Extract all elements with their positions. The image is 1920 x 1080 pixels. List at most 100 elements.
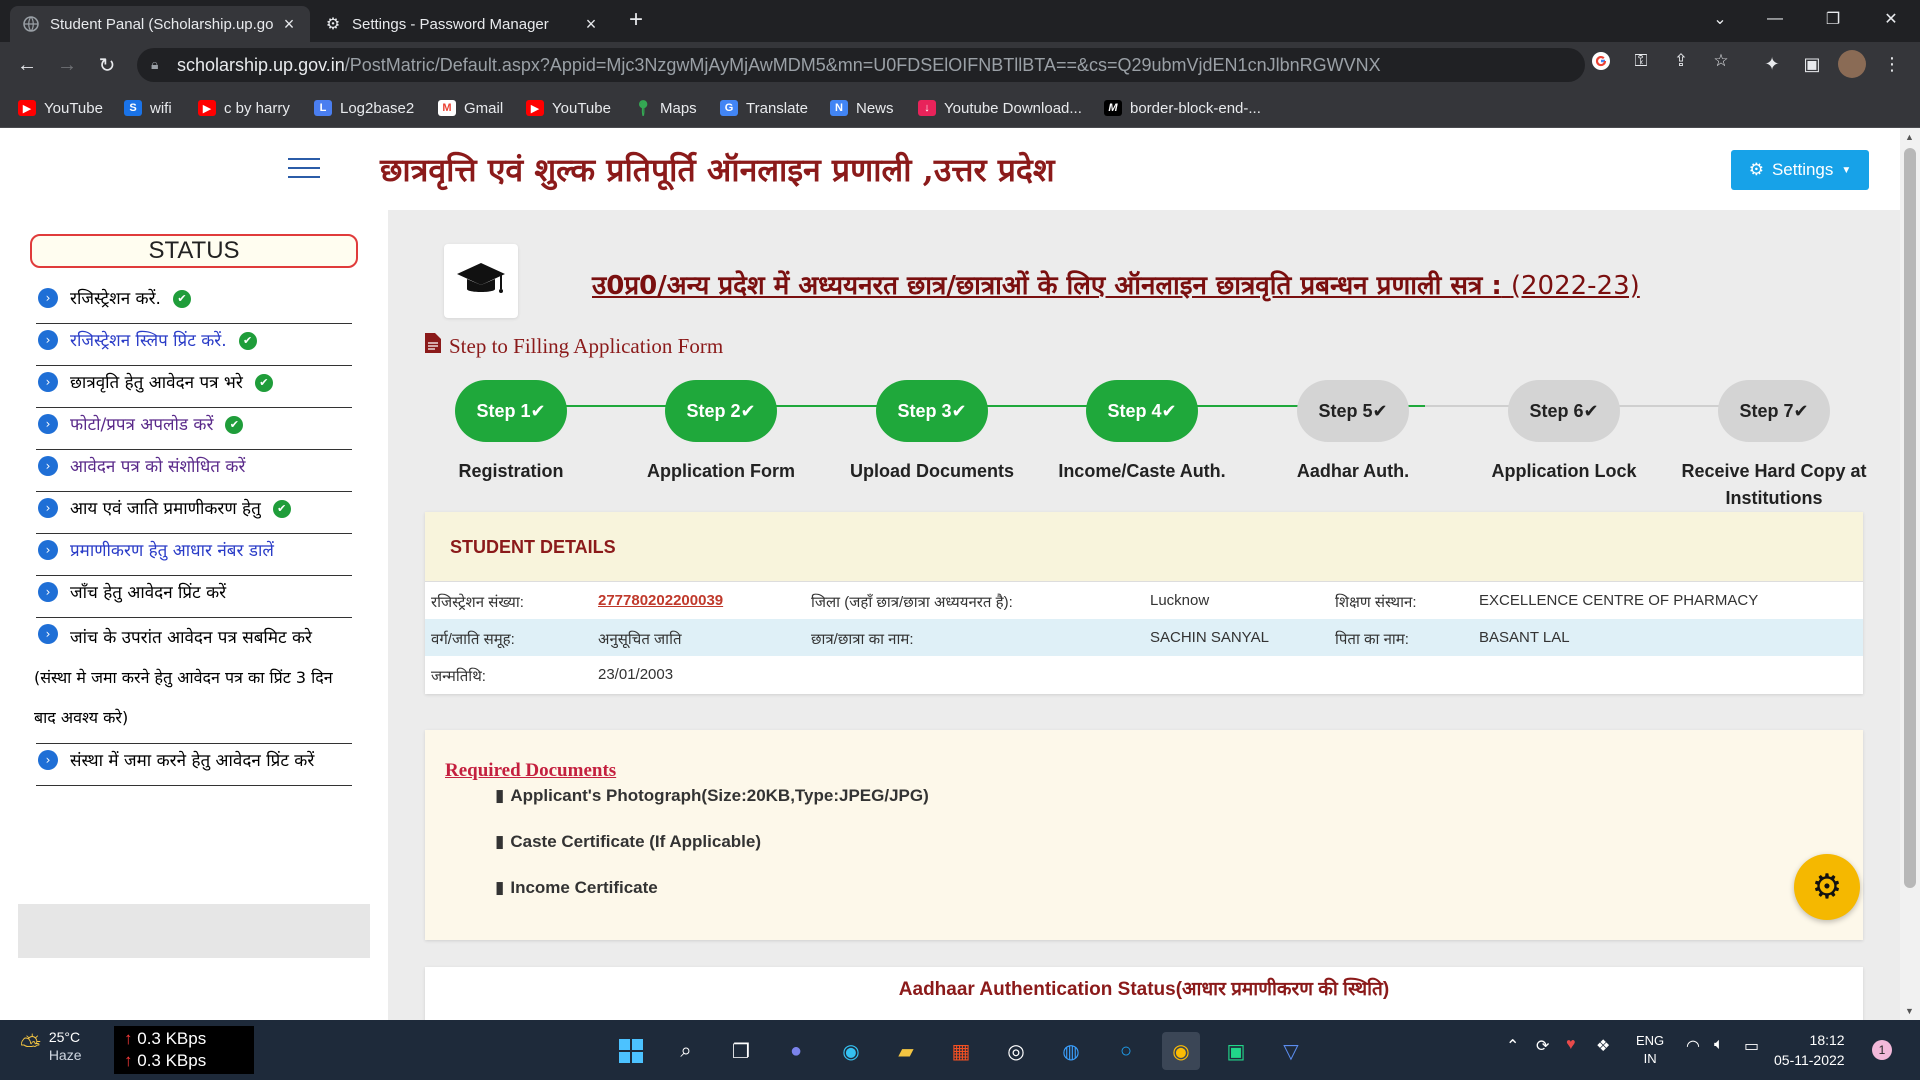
floating-settings-button[interactable]: ⚙ xyxy=(1794,854,1860,920)
step-6-pill[interactable]: Step 6 ✔ xyxy=(1508,380,1620,442)
share-icon[interactable]: ⇪ xyxy=(1670,50,1692,72)
sidebar-item-registration[interactable]: › रजिस्ट्रेशन करें. ✔ xyxy=(36,282,352,324)
address-bar[interactable]: 🔒︎ scholarship.up.gov.in/PostMatric/Defa… xyxy=(137,48,1585,82)
sidebar-item-aadhaar-number[interactable]: › प्रमाणीकरण हेतु आधार नंबर डालें xyxy=(36,534,352,576)
bookmark-youtube-2[interactable]: ▶ YouTube xyxy=(526,96,611,120)
cortana-icon[interactable]: ○ xyxy=(1107,1032,1145,1070)
bookmark-mdn[interactable]: Mborder-block-end-... xyxy=(1104,96,1261,120)
restore-button[interactable]: ❐ xyxy=(1808,0,1858,38)
star-icon[interactable]: ☆ xyxy=(1710,50,1732,72)
sidebar-item-print-slip[interactable]: › रजिस्ट्रेशन स्लिप प्रिंट करें. ✔ xyxy=(36,324,352,366)
step-7-pill[interactable]: Step 7 ✔ xyxy=(1718,380,1830,442)
file-explorer-icon[interactable]: ▰ xyxy=(887,1032,925,1070)
tab-search-chevron-icon[interactable]: ⌄ xyxy=(1695,0,1745,38)
bookmark-label: Youtube Download... xyxy=(944,99,1082,117)
bookmark-maps[interactable]: 📍︎ Maps xyxy=(633,96,696,120)
registration-number-link[interactable]: 277780202200039 xyxy=(598,592,723,609)
table-row: रजिस्ट्रेशन संख्या: 277780202200039 जिला… xyxy=(425,582,1863,619)
bookmark-gmail[interactable]: M Gmail xyxy=(438,96,503,120)
bookmark-label: Log2base2 xyxy=(340,99,415,117)
bookmark-news[interactable]: N News xyxy=(830,96,894,120)
app-icon[interactable]: ◎ xyxy=(997,1032,1035,1070)
step-3-label: Upload Documents xyxy=(849,461,1014,481)
notification-badge[interactable]: 1 xyxy=(1872,1040,1892,1060)
extensions-icon[interactable]: ✦ xyxy=(1760,52,1784,76)
back-arrow-icon[interactable]: ← xyxy=(12,50,42,80)
scrollbar-thumb[interactable] xyxy=(1904,148,1916,888)
list-item: ▮ Income Certificate xyxy=(495,878,658,898)
chevron-up-icon[interactable]: ⌃ xyxy=(1506,1036,1519,1056)
sync-icon[interactable]: ⟳ xyxy=(1536,1036,1549,1056)
student-details-heading: STUDENT DETAILS xyxy=(425,512,1863,582)
avatar[interactable] xyxy=(1838,50,1866,78)
step-3-pill[interactable]: Step 3 ✔ xyxy=(876,380,988,442)
reload-icon[interactable]: ↻ xyxy=(92,50,122,80)
tab-student-panel[interactable]: Student Panal (Scholarship.up.go × xyxy=(10,6,310,42)
bookmark-translate[interactable]: G Translate xyxy=(720,96,808,120)
lock-icon: 🔒︎ xyxy=(151,56,159,72)
windows-start-icon[interactable] xyxy=(612,1032,650,1070)
side-panel-icon[interactable]: ▣ xyxy=(1800,52,1824,76)
battery-icon[interactable]: ▭ xyxy=(1744,1036,1759,1056)
chrome-icon[interactable]: ◉ xyxy=(1162,1032,1200,1070)
search-icon[interactable]: ⌕ xyxy=(667,1032,705,1070)
vertical-scrollbar[interactable]: ▲ ▼ xyxy=(1900,128,1920,1020)
security-icon[interactable]: ♥ xyxy=(1566,1036,1576,1054)
url-host: scholarship.up.gov.in xyxy=(177,54,345,75)
wifi-icon[interactable]: ◠ xyxy=(1686,1036,1700,1056)
aadhaar-status-card: Aadhaar Authentication Status(आधार प्रमा… xyxy=(425,967,1863,1020)
bookmark-label: YouTube xyxy=(552,99,611,117)
pycharm-icon[interactable]: ▣ xyxy=(1217,1032,1255,1070)
app-triangle-icon[interactable]: ▽ xyxy=(1272,1032,1310,1070)
bookmark-wifi[interactable]: Swifi xyxy=(124,96,172,120)
tab-password-manager[interactable]: ⚙ Settings - Password Manager × xyxy=(312,6,612,42)
settings-dropdown-button[interactable]: ⚙ Settings ▼ xyxy=(1731,150,1869,190)
file-icon: ▮ xyxy=(495,832,505,851)
close-icon[interactable]: × xyxy=(582,14,600,35)
sidebar-item-submit-application[interactable]: › जांच के उपरांत आवेदन पत्र सबमिट करे (स… xyxy=(34,618,352,744)
edge-icon[interactable]: ◉ xyxy=(832,1032,870,1070)
sidebar-item-fill-application[interactable]: › छात्रवृति हेतु आवेदन पत्र भरे ✔ xyxy=(36,366,352,408)
minimize-button[interactable]: — xyxy=(1750,0,1800,38)
step-pill-label: Step 4 xyxy=(1107,400,1162,421)
sidebar-item-print-for-check[interactable]: › जाँच हेतु आवेदन प्रिंट करें xyxy=(36,576,352,618)
sidebar-item-print-for-institution[interactable]: › संस्था में जमा करने हेतु आवेदन प्रिंट … xyxy=(36,744,352,786)
sidebar-item-income-caste[interactable]: › आय एवं जाति प्रमाणीकरण हेतु ✔ xyxy=(36,492,352,534)
step-4-pill[interactable]: Step 4 ✔ xyxy=(1086,380,1198,442)
chevron-right-icon: › xyxy=(38,414,58,434)
sidebar-item-upload-photo[interactable]: › फोटो/प्रपत्र अपलोड करें ✔ xyxy=(36,408,352,450)
youtube-icon: ▶ xyxy=(526,100,544,116)
microsoft-store-icon[interactable]: ▦ xyxy=(942,1032,980,1070)
gear-icon: ⚙ xyxy=(1748,160,1764,179)
language-indicator[interactable]: ENG IN xyxy=(1636,1032,1664,1068)
bookmark-youtube-download[interactable]: ↓ Youtube Download... xyxy=(918,96,1082,120)
new-tab-button[interactable]: + xyxy=(622,6,650,34)
key-icon[interactable]: ⚿ xyxy=(1630,50,1652,72)
step-2-pill[interactable]: Step 2 ✔ xyxy=(665,380,777,442)
father-name-value: BASANT LAL xyxy=(1479,629,1570,646)
chrome-beta-icon[interactable]: ◍ xyxy=(1052,1032,1090,1070)
bookmark-log2base2[interactable]: L Log2base2 xyxy=(314,96,414,120)
check-circle-icon: ✔ xyxy=(1793,400,1809,421)
hamburger-menu-icon[interactable] xyxy=(288,158,320,180)
step-5-pill[interactable]: Step 5 ✔ xyxy=(1297,380,1409,442)
teams-chat-icon[interactable]: ● xyxy=(777,1032,815,1070)
volume-icon[interactable]: 🔈︎ xyxy=(1714,1036,1724,1054)
step-1-pill[interactable]: Step 1 ✔ xyxy=(455,380,567,442)
sidebar-item-note: (संस्था मे जमा करने हेतु आवेदन पत्र का प… xyxy=(34,668,333,727)
url-path: /PostMatric/Default.aspx?Appid=Mjc3NzgwM… xyxy=(344,54,1381,75)
close-icon[interactable]: × xyxy=(280,14,298,35)
scroll-up-icon[interactable]: ▲ xyxy=(1905,132,1914,142)
clock[interactable]: 18:12 05-11-2022 xyxy=(1774,1030,1845,1070)
weather-widget[interactable]: ⛅︎ 25°C Haze xyxy=(20,1028,82,1064)
google-icon[interactable] xyxy=(1590,50,1612,72)
task-view-icon[interactable]: ❐ xyxy=(722,1032,760,1070)
forward-arrow-icon[interactable]: → xyxy=(52,50,82,80)
dropbox-icon[interactable]: ❖ xyxy=(1596,1036,1610,1056)
scroll-down-icon[interactable]: ▼ xyxy=(1905,1006,1914,1016)
menu-kebab-icon[interactable]: ⋮ xyxy=(1880,52,1904,76)
bookmark-c-by-harry[interactable]: ▶ c by harry xyxy=(198,96,290,120)
bookmark-youtube[interactable]: ▶ YouTube xyxy=(18,96,103,120)
sidebar-item-edit-application[interactable]: › आवेदन पत्र को संशोधित करें xyxy=(36,450,352,492)
window-close-button[interactable]: ✕ xyxy=(1866,0,1916,38)
